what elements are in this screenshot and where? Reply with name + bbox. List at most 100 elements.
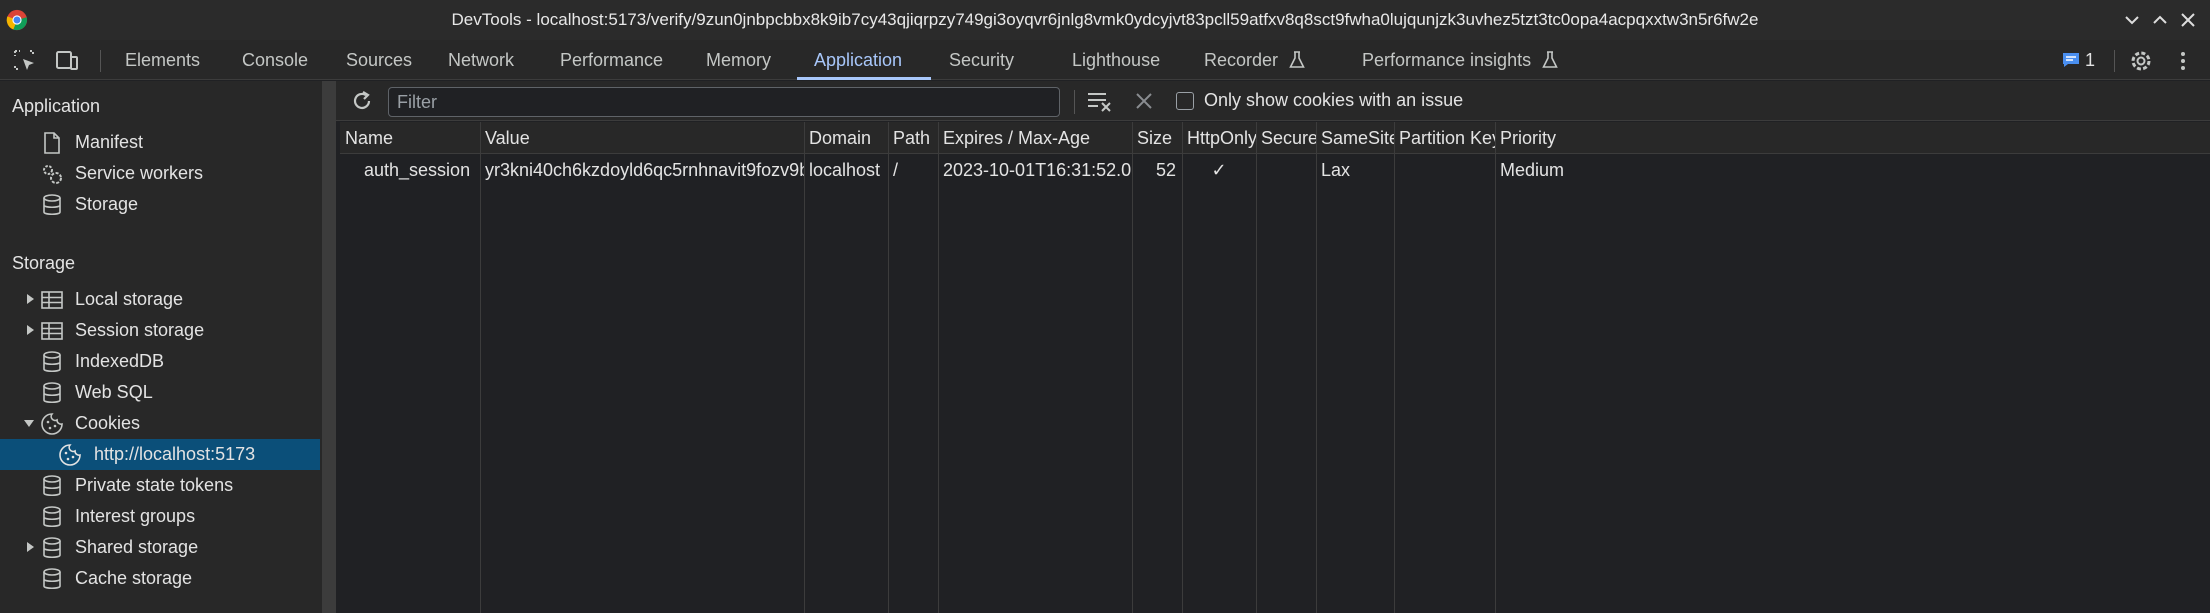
- cookie-cell-secure[interactable]: [1256, 154, 1316, 186]
- tab-memory[interactable]: Memory: [706, 40, 771, 80]
- column-header-partition-key[interactable]: Partition Key: [1394, 122, 1501, 154]
- table-grid-icon: [41, 322, 63, 340]
- sidebar-item-label: Interest groups: [75, 506, 196, 526]
- column-header-httponly[interactable]: HttpOnly: [1182, 122, 1257, 154]
- column-header-secure[interactable]: Secure: [1256, 122, 1318, 154]
- sidebar-resize-handle[interactable]: [322, 81, 336, 613]
- sidebar-item-label: Cookies: [75, 413, 141, 433]
- sidebar-item-label: Shared storage: [75, 537, 199, 557]
- tab-recorder[interactable]: Recorder: [1204, 40, 1305, 80]
- tab-elements[interactable]: Elements: [125, 40, 200, 80]
- column-divider[interactable]: [1316, 122, 1317, 613]
- column-header-expires[interactable]: Expires / Max-Age: [938, 122, 1132, 154]
- sidebar-item-session-storage[interactable]: Session storage: [0, 315, 320, 346]
- cookie-cell-priority[interactable]: Medium: [1495, 154, 1655, 186]
- cookie-cell-domain[interactable]: localhost: [804, 154, 888, 186]
- clear-all-cookies-icon[interactable]: [1086, 89, 1114, 113]
- filter-input[interactable]: [388, 87, 1060, 117]
- issues-badge[interactable]: 1: [2062, 48, 2095, 72]
- sidebar-item-label: Cache storage: [75, 568, 193, 588]
- sidebar-item-private-state-tokens[interactable]: Private state tokens: [0, 470, 320, 501]
- sidebar-item-storage[interactable]: Storage: [0, 189, 320, 220]
- delete-selected-icon[interactable]: [1133, 90, 1155, 112]
- only-issues-checkbox[interactable]: [1176, 92, 1194, 110]
- column-header-domain[interactable]: Domain: [804, 122, 888, 154]
- cookie-cell-expires[interactable]: 2023-10-01T16:31:52.029Z: [938, 154, 1132, 186]
- column-divider[interactable]: [1132, 122, 1133, 613]
- column-divider[interactable]: [480, 122, 481, 613]
- sidebar-item-cookies[interactable]: Cookies: [0, 408, 320, 439]
- tab-performance-insights-label: Performance insights: [1362, 50, 1532, 70]
- database-icon: [43, 194, 61, 216]
- column-header-size[interactable]: Size: [1132, 122, 1182, 154]
- cookie-cell-path[interactable]: /: [888, 154, 938, 186]
- chevron-down-icon[interactable]: [2120, 8, 2144, 32]
- sidebar-item-label: Web SQL: [75, 382, 153, 402]
- close-window-icon[interactable]: [2176, 8, 2200, 32]
- database-icon: [43, 506, 61, 528]
- sidebar-item-cache-storage[interactable]: Cache storage: [0, 563, 320, 594]
- refresh-icon[interactable]: [350, 89, 374, 113]
- sidebar-item-cookie-origin[interactable]: http://localhost:5173: [0, 439, 320, 470]
- column-header-priority[interactable]: Priority: [1495, 122, 2210, 154]
- column-divider[interactable]: [1182, 122, 1183, 613]
- document-icon: [44, 132, 60, 154]
- expand-arrow-icon[interactable]: [25, 294, 35, 304]
- column-header-name[interactable]: Name: [340, 122, 480, 154]
- column-divider[interactable]: [888, 122, 889, 613]
- cookie-cell-size[interactable]: 52: [1132, 154, 1182, 186]
- cookie-cell-partition-key[interactable]: [1394, 154, 1495, 186]
- database-icon: [43, 475, 61, 497]
- cookies-panel: Only show cookies with an issue NameValu…: [336, 81, 2210, 613]
- chevron-up-icon[interactable]: [2148, 8, 2172, 32]
- column-divider[interactable]: [804, 122, 805, 613]
- sidebar-item-local-storage[interactable]: Local storage: [0, 284, 320, 315]
- sidebar-item-label: IndexedDB: [75, 351, 165, 371]
- tab-security[interactable]: Security: [949, 40, 1014, 80]
- cookie-icon: [41, 413, 63, 435]
- sidebar-item-indexeddb[interactable]: IndexedDB: [0, 346, 320, 377]
- tab-lighthouse[interactable]: Lighthouse: [1072, 40, 1160, 80]
- cookie-cell-value[interactable]: yr3kni40ch6kzdoyld6qc5rnhnavit9fozv9bm02: [480, 154, 804, 186]
- expand-arrow-icon[interactable]: [25, 325, 35, 335]
- cookie-cell-samesite[interactable]: Lax: [1316, 154, 1394, 186]
- sidebar-item-web-sql[interactable]: Web SQL: [0, 377, 320, 408]
- column-header-samesite[interactable]: SameSite: [1316, 122, 1399, 154]
- tab-performance[interactable]: Performance: [560, 40, 663, 80]
- sidebar-item-shared-storage[interactable]: Shared storage: [0, 532, 320, 563]
- expand-arrow-icon[interactable]: [25, 542, 35, 552]
- column-divider[interactable]: [1256, 122, 1257, 613]
- database-icon: [43, 537, 61, 559]
- gears-icon: [43, 165, 62, 184]
- tab-console[interactable]: Console: [242, 40, 308, 80]
- column-header-path[interactable]: Path: [888, 122, 938, 154]
- tab-performance-insights[interactable]: Performance insights: [1362, 40, 1558, 80]
- gear-icon[interactable]: [2128, 48, 2154, 74]
- tab-application[interactable]: Application: [814, 40, 902, 80]
- column-header-value[interactable]: Value: [480, 122, 804, 154]
- collapse-arrow-icon[interactable]: [24, 418, 34, 428]
- device-toolbar-icon[interactable]: [54, 48, 80, 74]
- sidebar-item-interest-groups[interactable]: Interest groups: [0, 501, 320, 532]
- tab-sources[interactable]: Sources: [346, 40, 412, 80]
- inspect-element-icon[interactable]: [12, 48, 38, 74]
- issues-count: 1: [2085, 50, 2096, 70]
- column-divider[interactable]: [938, 122, 939, 613]
- more-options-icon[interactable]: [2170, 48, 2196, 74]
- sidebar-item-service-workers[interactable]: Service workers: [0, 158, 320, 189]
- tab-network[interactable]: Network: [448, 40, 514, 80]
- cookie-cell-httponly[interactable]: ✓: [1182, 154, 1256, 186]
- sidebar-item-label: Session storage: [75, 320, 205, 340]
- sidebar-header-storage: Storage: [12, 253, 76, 273]
- tab-recorder-label: Recorder: [1204, 50, 1279, 70]
- sidebar-item-manifest[interactable]: Manifest: [0, 127, 320, 158]
- application-sidebar: Application Manifest Service workers Sto…: [0, 81, 322, 613]
- database-icon: [43, 568, 61, 590]
- sidebar-item-label: Service workers: [75, 163, 204, 183]
- active-tab-indicator: [797, 77, 931, 80]
- sidebar-item-label: Manifest: [75, 132, 144, 152]
- cookie-cell-name[interactable]: auth_session: [340, 154, 480, 186]
- column-divider[interactable]: [1394, 122, 1395, 613]
- column-divider[interactable]: [1495, 122, 1496, 613]
- toolbar-divider: [1074, 90, 1075, 114]
